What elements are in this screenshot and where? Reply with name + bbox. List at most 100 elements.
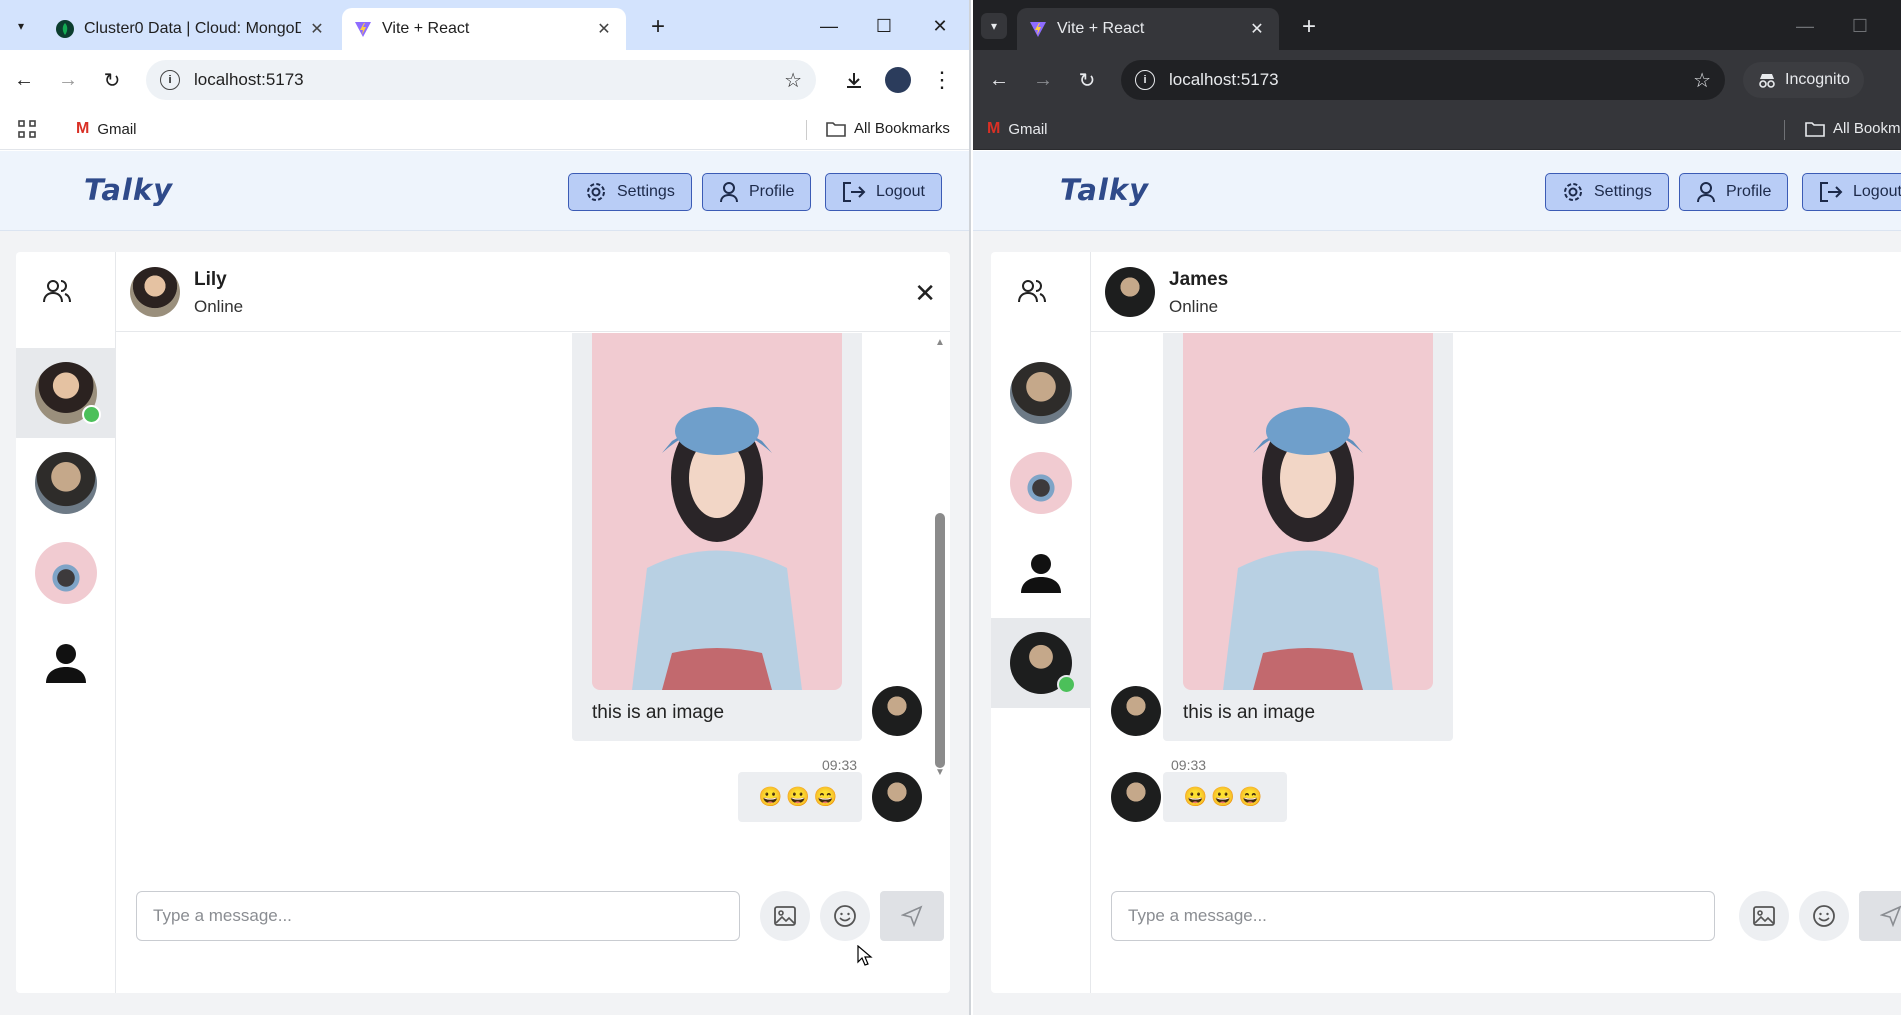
avatar (1010, 632, 1076, 694)
site-info-icon[interactable]: i (160, 70, 180, 90)
contact-item-default[interactable] (991, 528, 1091, 618)
logout-button[interactable]: Logout (825, 173, 942, 211)
contact-item-james[interactable] (991, 348, 1091, 438)
site-info-icon[interactable]: i (1135, 70, 1155, 90)
all-bookmarks[interactable]: All Bookmarks (826, 120, 950, 137)
bookmark-gmail[interactable]: M Gmail (76, 120, 137, 138)
scroll-thumb[interactable] (935, 513, 945, 768)
address-bar[interactable]: i localhost:5173 ☆ (1121, 60, 1725, 100)
send-button[interactable] (880, 891, 944, 941)
reload-button[interactable]: ↻ (96, 64, 128, 96)
download-icon[interactable] (838, 64, 870, 96)
sender-avatar (872, 772, 922, 822)
minimize-button[interactable]: — (809, 10, 849, 42)
bookmark-label: All Bookmarks (854, 120, 950, 137)
logout-label: Logout (876, 183, 925, 200)
settings-gear-icon (1564, 183, 1582, 201)
message-caption: this is an image (592, 702, 725, 723)
new-tab-button[interactable]: + (1295, 13, 1323, 41)
tab-mongodb[interactable]: Cluster0 Data | Cloud: MongoDB ✕ (44, 8, 339, 50)
emoji-button[interactable] (820, 891, 870, 941)
close-icon[interactable]: ✕ (594, 19, 614, 39)
incognito-indicator[interactable]: Incognito (1743, 62, 1864, 98)
bookmark-gmail[interactable]: M Gmail (987, 120, 1048, 138)
tab-vite-react[interactable]: Vite + React ✕ (342, 8, 626, 50)
tab-search-button[interactable]: ▾ (981, 13, 1007, 39)
image-attach-icon (774, 906, 796, 926)
tab-title: Vite + React (382, 20, 470, 37)
tab-strip: ▾ Vite + React ✕ + — ☐ (973, 0, 1901, 50)
close-icon[interactable]: ✕ (307, 19, 327, 39)
image-attach-icon (1753, 906, 1775, 926)
message-input[interactable] (1111, 891, 1715, 941)
contact-item-lily[interactable] (16, 348, 116, 438)
contact-name: James (1169, 269, 1229, 290)
mongodb-leaf-icon (56, 20, 74, 38)
message-image[interactable] (592, 333, 842, 690)
bookmark-star-icon[interactable]: ☆ (1693, 68, 1711, 93)
settings-button[interactable]: Settings (568, 173, 692, 211)
tab-vite-react[interactable]: Vite + React ✕ (1017, 8, 1279, 50)
back-button[interactable]: ← (983, 64, 1015, 96)
minimize-button[interactable]: — (1785, 10, 1825, 42)
contacts-icon[interactable] (42, 276, 72, 306)
send-button[interactable] (1859, 891, 1901, 941)
contact-status: Online (194, 297, 244, 316)
chat-card: James Online ✕ this is an image 09:33 😀😀… (991, 252, 1901, 993)
send-icon (901, 905, 923, 927)
maximize-button[interactable]: ☐ (1840, 10, 1880, 42)
bookmark-star-icon[interactable]: ☆ (784, 68, 802, 93)
tab-title: Vite + React (1057, 20, 1145, 37)
contact-item-default[interactable] (16, 618, 116, 708)
logout-button[interactable]: Logout (1802, 173, 1901, 211)
close-window-button[interactable]: ✕ (920, 10, 960, 42)
tab-search-button[interactable]: ▾ (8, 13, 34, 39)
scroll-up-arrow-icon[interactable]: ▲ (934, 337, 946, 349)
brand-logo[interactable]: Talky (1060, 173, 1149, 207)
forward-button[interactable]: → (52, 64, 84, 96)
chat-card: Lily Online ✕ this is an image 09:33 😀😀😄… (16, 252, 950, 993)
close-icon[interactable]: ✕ (1247, 19, 1267, 39)
contact-item-james[interactable] (16, 438, 116, 528)
close-icon[interactable]: ✕ (914, 278, 936, 309)
scroll-down-arrow-icon[interactable]: ▼ (934, 767, 946, 779)
browser-window-left: ▾ Cluster0 Data | Cloud: MongoDB ✕ Vite … (0, 0, 971, 1015)
contact-item-girl[interactable] (991, 438, 1091, 528)
default-user-icon (46, 644, 86, 683)
contact-item-girl[interactable] (16, 528, 116, 618)
reload-button[interactable]: ↻ (1071, 64, 1103, 96)
all-bookmarks[interactable]: All Bookmarks (1805, 120, 1901, 137)
logout-icon (1820, 182, 1843, 202)
avatar (1010, 452, 1072, 514)
mouse-cursor-icon (857, 945, 873, 966)
address-bar[interactable]: i localhost:5173 ☆ (146, 60, 816, 100)
message-scrollbar[interactable]: ▲ ▼ (934, 333, 946, 876)
bookmarks-bar: M Gmail All Bookmarks (973, 110, 1901, 150)
avatar (1010, 362, 1072, 424)
back-button[interactable]: ← (8, 64, 40, 96)
profile-button[interactable]: Profile (1679, 173, 1789, 211)
maximize-button[interactable]: ☐ (864, 10, 904, 42)
settings-gear-icon (587, 183, 605, 201)
contact-item-selected[interactable] (991, 618, 1091, 708)
sender-avatar (1111, 772, 1161, 822)
attach-image-button[interactable] (1739, 891, 1789, 941)
apps-grid-icon[interactable] (18, 120, 36, 138)
attach-image-button[interactable] (760, 891, 810, 941)
more-menu-icon[interactable]: ⋮ (926, 64, 958, 96)
forward-button[interactable]: → (1027, 64, 1059, 96)
profile-button[interactable]: Profile (702, 173, 812, 211)
new-tab-button[interactable]: + (644, 13, 672, 41)
sender-avatar (1111, 686, 1161, 736)
brand-logo[interactable]: Talky (84, 173, 173, 207)
avatar (35, 362, 101, 424)
settings-button[interactable]: Settings (1545, 173, 1669, 211)
profile-avatar[interactable] (882, 64, 914, 96)
avatar (35, 542, 97, 604)
incognito-icon (1759, 74, 1775, 88)
emoji-button[interactable] (1799, 891, 1849, 941)
contacts-icon[interactable] (1017, 276, 1047, 306)
message-input[interactable] (136, 891, 740, 941)
app-header: Talky Settings Profile Logout (0, 151, 969, 231)
message-image[interactable] (1183, 333, 1433, 690)
